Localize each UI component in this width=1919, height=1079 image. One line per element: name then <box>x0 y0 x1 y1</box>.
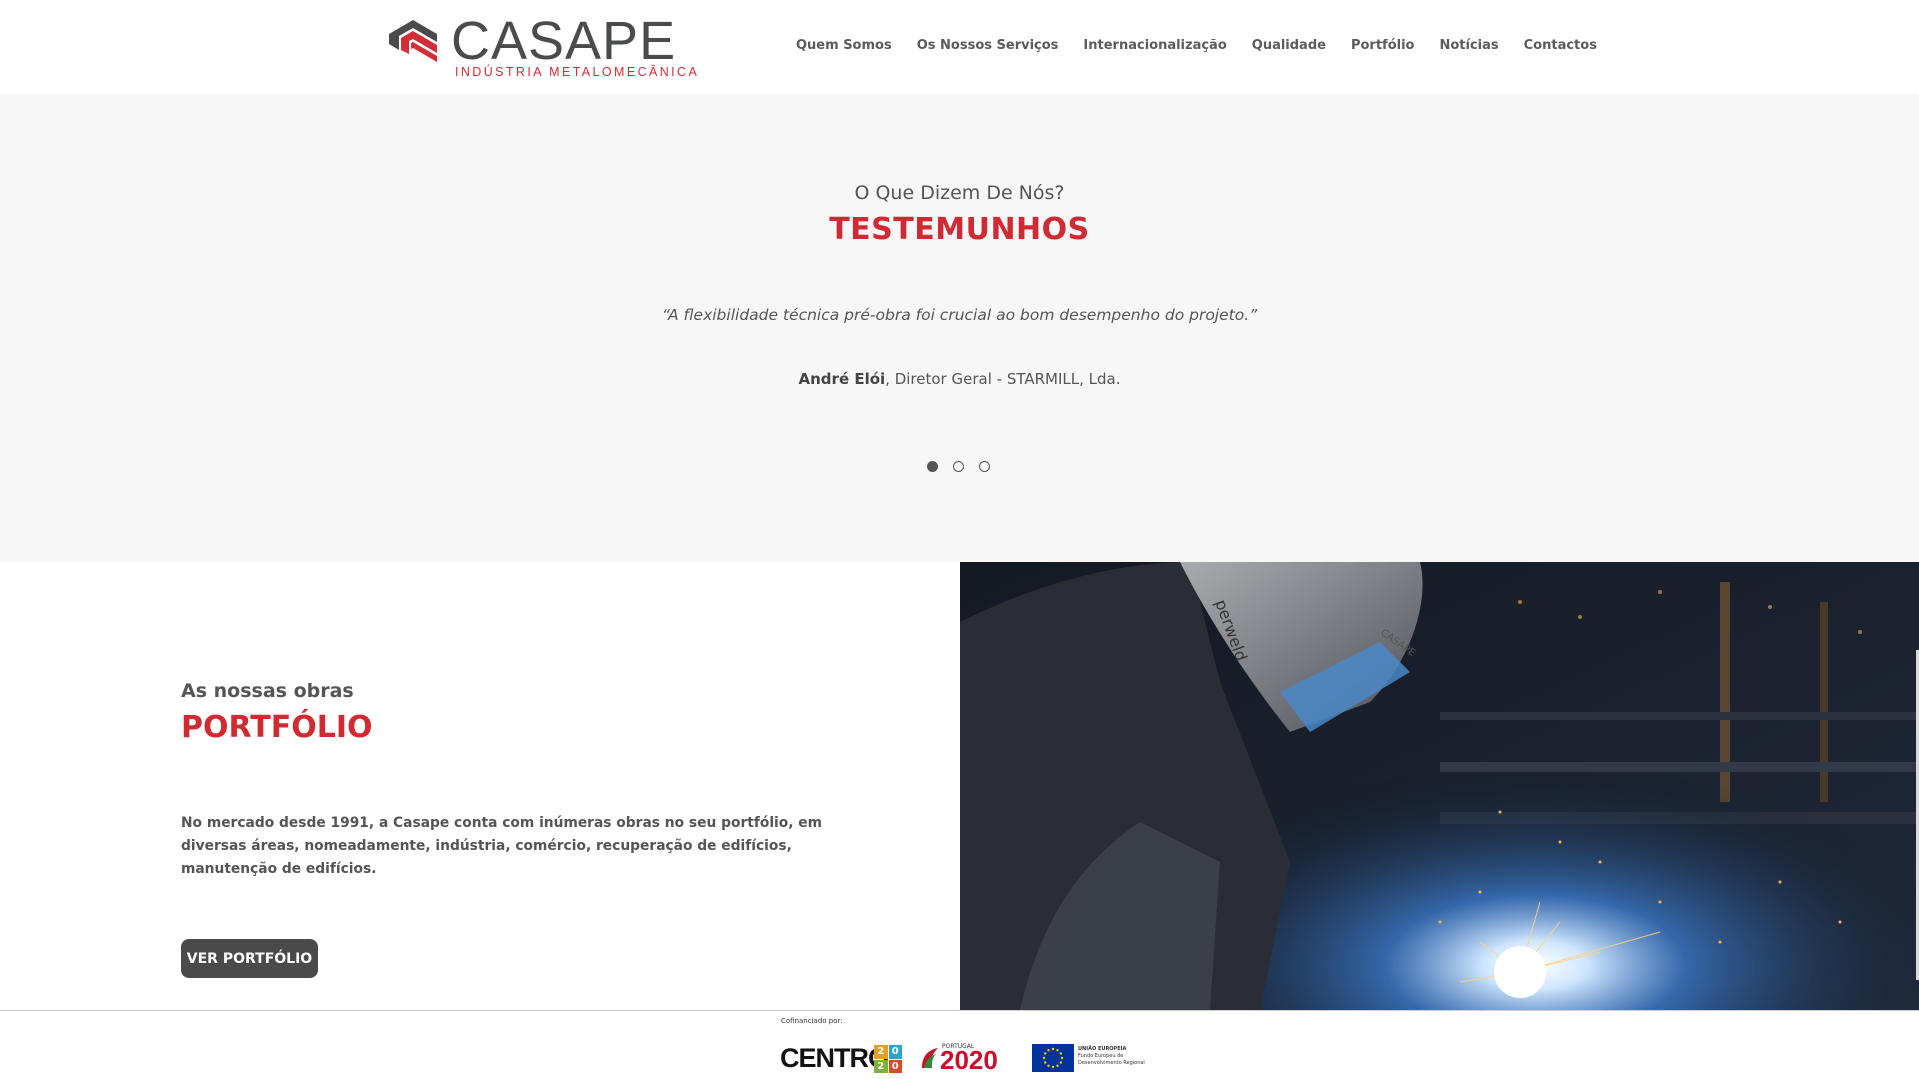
eu-text: UNIÃO EUROPEIA Fundo Europeu de Desenvol… <box>1078 1046 1158 1067</box>
nav-qualidade[interactable]: Qualidade <box>1252 38 1326 53</box>
centro-digit: 2 <box>874 1045 888 1059</box>
portfolio-title: PORTFÓLIO <box>181 710 373 745</box>
testimonial-author-name: André Elói <box>798 370 886 388</box>
centro-digit: 0 <box>888 1045 902 1059</box>
nav-internacionalizacao[interactable]: Internacionalização <box>1083 38 1226 53</box>
slider-dot-3[interactable] <box>979 461 990 472</box>
testimonial-author: André Elói, Diretor Geral - STARMILL, Ld… <box>0 370 1919 388</box>
nav-quem-somos[interactable]: Quem Somos <box>796 38 892 53</box>
centro-digit: 2 <box>874 1059 888 1073</box>
centro2020-logo: CENTRO <box>780 1043 889 1073</box>
casape-logo-mark-icon <box>389 20 437 62</box>
slider-dot-1[interactable] <box>927 461 938 472</box>
portugal2020-mark-icon <box>922 1048 938 1068</box>
funding-caption: Cofinanciado por: <box>781 1017 843 1025</box>
nav-servicos[interactable]: Os Nossos Serviços <box>917 38 1059 53</box>
testimonial-quote: “A flexibilidade técnica pré-obra foi cr… <box>661 306 1258 324</box>
portfolio-description: No mercado desde 1991, a Casape conta co… <box>181 815 823 877</box>
portfolio-text-column: As nossas obras PORTFÓLIO No mercado des… <box>0 562 960 1010</box>
funding-logos: CENTRO 2 0 2 0 PORTUGAL 2020 UNIÃO EUROP… <box>780 1043 1145 1075</box>
slider-dot-2[interactable] <box>953 461 964 472</box>
testimonial-author-role: , Diretor Geral - STARMILL, Lda. <box>885 370 1121 388</box>
eu-fund-label: Fundo Europeu de Desenvolvimento Regiona… <box>1078 1053 1145 1066</box>
centro2020-squares-icon: 2 0 2 0 <box>874 1045 902 1073</box>
nav-portfolio[interactable]: Portfólio <box>1351 38 1415 53</box>
nav-noticias[interactable]: Notícias <box>1439 38 1498 53</box>
view-portfolio-button[interactable]: VER PORTFÓLIO <box>181 939 318 978</box>
funding-bar: Cofinanciado por: CENTRO 2 0 2 0 PORTUGA… <box>0 1010 1919 1079</box>
centro-digit: 0 <box>888 1059 902 1073</box>
testimonials-title: TESTEMUNHOS <box>829 212 1090 247</box>
portugal-year: 2020 <box>940 1045 998 1075</box>
logo-tagline: INDÚSTRIA METALOMECÂNICA <box>455 65 700 79</box>
eu-flag-icon <box>1032 1044 1074 1072</box>
casape-logo[interactable]: CASAPE INDÚSTRIA METALOMECÂNICA <box>389 14 697 80</box>
welder-photo-illustration: perweld CASAPE <box>960 562 1919 1010</box>
portfolio-section: As nossas obras PORTFÓLIO No mercado des… <box>0 562 1919 1010</box>
main-nav: Quem Somos Os Nossos Serviços Internacio… <box>796 38 1622 53</box>
slider-dots <box>0 461 1919 472</box>
logo-wordmark: CASAPE <box>451 11 677 71</box>
site-header: CASAPE INDÚSTRIA METALOMECÂNICA Quem Som… <box>0 0 1919 94</box>
testimonials-subtitle: O Que Dizem De Nós? <box>854 182 1065 204</box>
portfolio-subtitle: As nossas obras <box>181 680 354 702</box>
nav-contactos[interactable]: Contactos <box>1524 38 1597 53</box>
welder-photo: perweld CASAPE <box>960 562 1919 1010</box>
eu-label: UNIÃO EUROPEIA <box>1078 1046 1127 1052</box>
testimonials-section: O Que Dizem De Nós? TESTEMUNHOS “A flexi… <box>0 94 1919 562</box>
